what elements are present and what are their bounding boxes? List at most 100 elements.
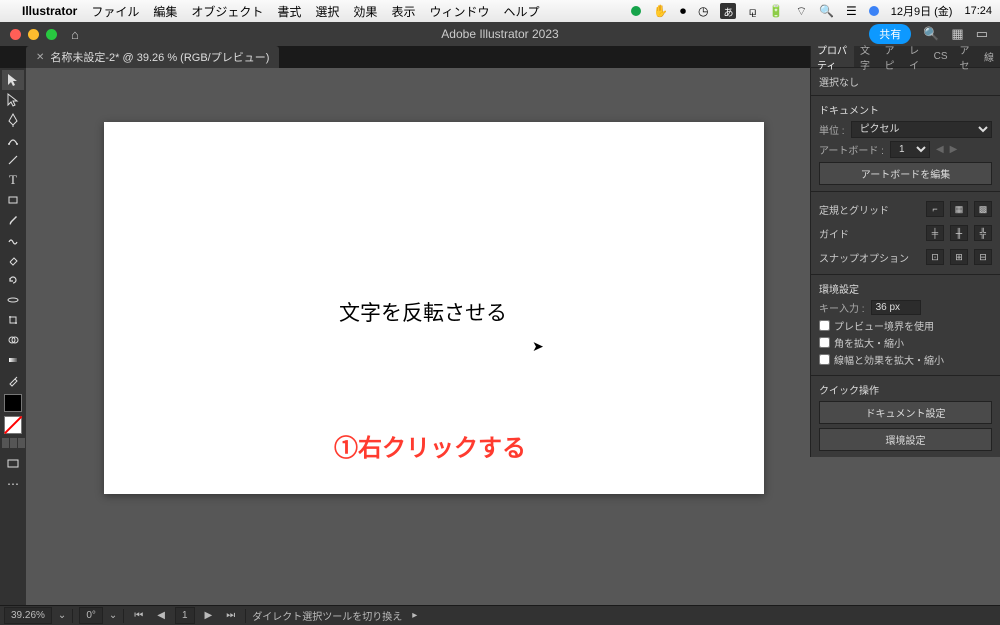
menu-edit[interactable]: 編集 <box>153 3 177 20</box>
next-artboard-nav-icon[interactable]: ▶ <box>201 610 217 621</box>
app-menu-name[interactable]: Illustrator <box>22 4 77 18</box>
line-tool[interactable] <box>2 150 24 170</box>
eraser-tool[interactable] <box>2 250 24 270</box>
search-icon[interactable]: 🔍 <box>923 26 939 42</box>
guide-smart-icon[interactable]: ╬ <box>974 225 992 241</box>
menubar-date[interactable]: 12月9日 (金) <box>891 3 953 19</box>
snap-point-icon[interactable]: ⊡ <box>926 249 944 265</box>
fill-swatch[interactable] <box>4 394 22 412</box>
tab-character[interactable]: 文字 <box>854 46 879 67</box>
rotate-value[interactable]: 0° <box>79 607 103 624</box>
quick-ops-title: クイック操作 <box>819 382 992 397</box>
direct-selection-tool[interactable] <box>2 90 24 110</box>
edit-toolbar[interactable]: ⋯ <box>2 474 24 494</box>
tab-appearance[interactable]: アピ <box>879 46 904 67</box>
battery-icon[interactable]: 🔋 <box>769 4 784 18</box>
siri-icon[interactable] <box>869 6 879 16</box>
tab-cs[interactable]: CS <box>928 46 954 67</box>
transparency-grid-icon[interactable]: ▩ <box>974 201 992 217</box>
status-hint: ダイレクト選択ツールを切り換え <box>252 608 402 623</box>
arrange-icon[interactable]: ▭ <box>976 26 988 42</box>
snap-pixel-icon[interactable]: ⊟ <box>974 249 992 265</box>
shaper-tool[interactable] <box>2 230 24 250</box>
status-dot-icon <box>631 6 641 16</box>
zoom-dropdown-icon[interactable]: ⌄ <box>58 610 66 621</box>
prev-artboard-nav-icon[interactable]: ◀ <box>153 610 169 621</box>
prev-artboard-icon[interactable]: ◀ <box>936 144 944 155</box>
tab-assets[interactable]: アセ <box>954 46 978 67</box>
tab-stroke[interactable]: 線 <box>978 46 1000 67</box>
eyedropper-tool[interactable] <box>2 370 24 390</box>
spotlight-icon[interactable]: 🔍 <box>819 4 834 18</box>
snap-label: スナップオプション <box>819 250 920 265</box>
screen-mode-tool[interactable] <box>2 454 24 474</box>
bluetooth-icon[interactable]: ⚼ <box>748 4 756 19</box>
color-modes[interactable] <box>2 438 25 448</box>
type-tool[interactable]: T <box>2 170 24 190</box>
last-artboard-icon[interactable]: ⏭ <box>222 610 239 621</box>
input-source-icon[interactable]: あ <box>720 3 736 19</box>
tab-properties[interactable]: プロパティ <box>811 46 854 67</box>
hand-icon[interactable]: ✋ <box>653 4 668 18</box>
menu-help[interactable]: ヘルプ <box>503 3 539 20</box>
guide-lock-icon[interactable]: ╫ <box>950 225 968 241</box>
cursor-icon: ➤ <box>532 338 544 355</box>
maximize-window-icon[interactable] <box>46 29 57 40</box>
scale-strokes-checkbox[interactable] <box>819 354 830 365</box>
clock-icon[interactable]: ◷ <box>698 4 708 18</box>
artboard-select[interactable]: 1 <box>890 141 930 158</box>
grid-icon[interactable]: ▦ <box>950 201 968 217</box>
snap-grid-icon[interactable]: ⊞ <box>950 249 968 265</box>
curvature-tool[interactable] <box>2 130 24 150</box>
menu-object[interactable]: オブジェクト <box>191 3 263 20</box>
rotate-dropdown-icon[interactable]: ⌄ <box>109 610 117 621</box>
status-menu-icon[interactable]: ▸ <box>408 610 421 621</box>
properties-panel: プロパティ 文字 アピ レイ CS アセ 線 選択なし ドキュメント 単位 : … <box>810 46 1000 457</box>
scale-corners-checkbox[interactable] <box>819 337 830 348</box>
wifi-icon[interactable]: ⌔ <box>796 4 807 19</box>
menu-file[interactable]: ファイル <box>91 3 139 20</box>
close-window-icon[interactable] <box>10 29 21 40</box>
record-icon[interactable]: ⏺ <box>680 4 686 19</box>
guide-show-icon[interactable]: ╪ <box>926 225 944 241</box>
tab-layers[interactable]: レイ <box>903 46 928 67</box>
artboard-number[interactable]: 1 <box>175 607 195 624</box>
env-settings-button[interactable]: 環境設定 <box>819 428 992 451</box>
unit-select[interactable]: ピクセル <box>851 121 992 138</box>
shape-builder-tool[interactable] <box>2 330 24 350</box>
rotate-tool[interactable] <box>2 270 24 290</box>
home-icon[interactable]: ⌂ <box>71 27 79 42</box>
next-artboard-icon[interactable]: ▶ <box>950 144 958 155</box>
key-input-field[interactable] <box>871 300 921 315</box>
preview-bounds-checkbox[interactable] <box>819 320 830 331</box>
document-tab[interactable]: ✕ 名称未設定-2* @ 39.26 % (RGB/プレビュー) <box>26 46 279 68</box>
ruler-icon[interactable]: ⌐ <box>926 201 944 217</box>
key-input-label: キー入力 : <box>819 300 865 315</box>
selection-tool[interactable] <box>2 70 24 90</box>
menu-window[interactable]: ウィンドウ <box>429 3 489 20</box>
menu-select[interactable]: 選択 <box>315 3 339 20</box>
workspace-icon[interactable]: ▦ <box>951 26 963 42</box>
free-transform-tool[interactable] <box>2 310 24 330</box>
stroke-swatch[interactable] <box>4 416 22 434</box>
menu-effect[interactable]: 効果 <box>353 3 377 20</box>
gradient-tool[interactable] <box>2 350 24 370</box>
zoom-level[interactable]: 39.26% <box>4 607 52 624</box>
artboard[interactable]: 文字を反転させる ➤ ①右クリックする <box>104 122 764 494</box>
rectangle-tool[interactable] <box>2 190 24 210</box>
mac-menubar: Illustrator ファイル 編集 オブジェクト 書式 選択 効果 表示 ウ… <box>0 0 1000 22</box>
minimize-window-icon[interactable] <box>28 29 39 40</box>
paintbrush-tool[interactable] <box>2 210 24 230</box>
edit-artboard-button[interactable]: アートボードを編集 <box>819 162 992 185</box>
menubar-time[interactable]: 17:24 <box>964 5 992 17</box>
doc-settings-button[interactable]: ドキュメント設定 <box>819 401 992 424</box>
canvas-text-object[interactable]: 文字を反転させる <box>339 297 507 327</box>
first-artboard-icon[interactable]: ⏮ <box>130 610 147 621</box>
unit-label: 単位 : <box>819 122 845 137</box>
close-tab-icon[interactable]: ✕ <box>36 52 44 63</box>
menu-view[interactable]: 表示 <box>391 3 415 20</box>
control-center-icon[interactable]: ☰ <box>846 4 857 18</box>
width-tool[interactable] <box>2 290 24 310</box>
pen-tool[interactable] <box>2 110 24 130</box>
menu-type[interactable]: 書式 <box>277 3 301 20</box>
